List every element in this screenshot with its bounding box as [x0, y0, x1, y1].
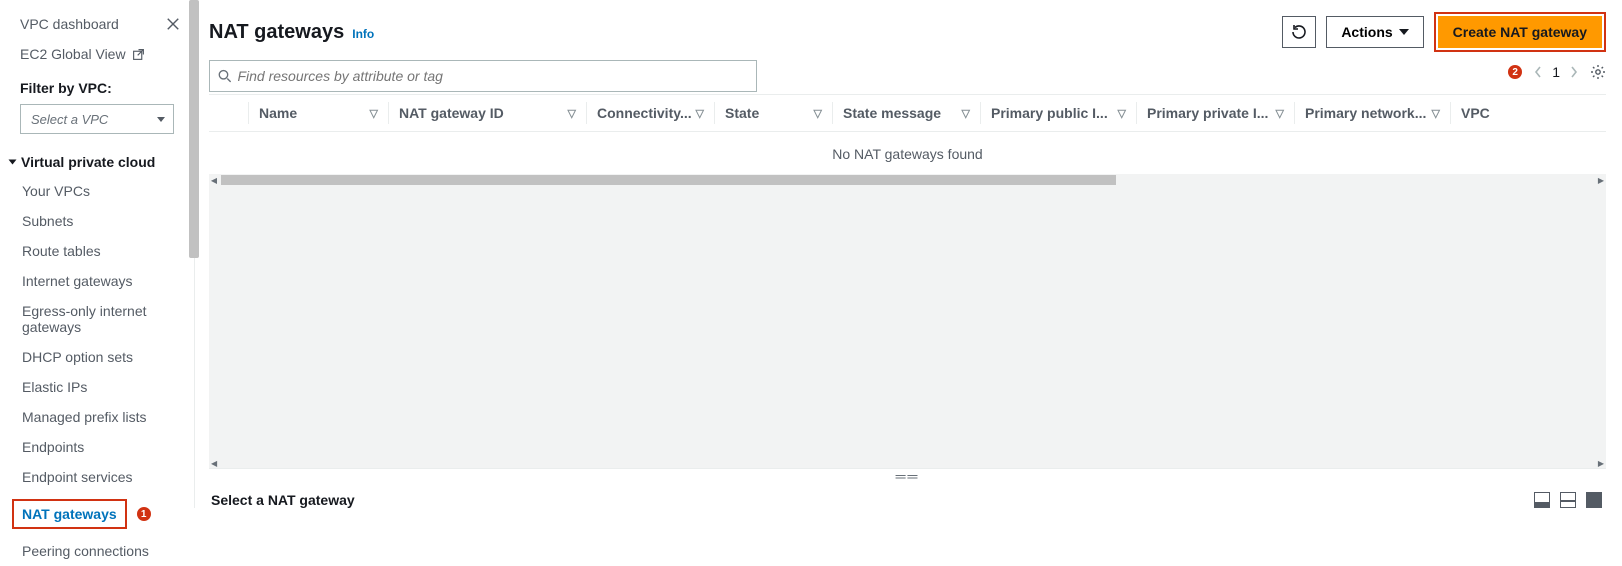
chevron-down-icon: [1399, 29, 1409, 35]
layout-split-icon[interactable]: [1560, 492, 1576, 508]
th-state[interactable]: State▽: [715, 102, 833, 124]
sort-icon: ▽: [370, 107, 378, 120]
th-checkbox[interactable]: [209, 102, 249, 124]
th-vpc[interactable]: VPC: [1451, 102, 1606, 124]
nav-endpoints[interactable]: Endpoints: [0, 432, 194, 462]
select-vpc-placeholder: Select a VPC: [31, 112, 108, 127]
th-primary-network[interactable]: Primary network...▽: [1295, 102, 1451, 124]
sort-icon: ▽: [1118, 107, 1126, 120]
ec2-global-view-link[interactable]: EC2 Global View: [0, 38, 194, 68]
info-link[interactable]: Info: [352, 27, 374, 41]
page-next-icon[interactable]: [1570, 66, 1578, 78]
nav-subnets[interactable]: Subnets: [0, 206, 194, 236]
nav-nat-label: NAT gateways: [12, 499, 127, 529]
page-title: NAT gateways: [209, 21, 344, 44]
refresh-button[interactable]: [1282, 16, 1316, 48]
nav-egress-only[interactable]: Egress-only internet gateways: [0, 296, 194, 342]
external-link-icon: [132, 48, 145, 61]
th-state-message[interactable]: State message▽: [833, 102, 981, 124]
main-content: NAT gateways Info Actions Create NAT gat…: [195, 0, 1622, 508]
sidebar-dashboard-link[interactable]: VPC dashboard: [20, 16, 119, 32]
sort-icon: ▽: [1276, 107, 1284, 120]
scroll-right-icon: ▶: [1598, 459, 1604, 468]
page-prev-icon[interactable]: [1534, 66, 1542, 78]
scroll-left-icon: ◀: [211, 459, 217, 468]
nav-prefix-lists[interactable]: Managed prefix lists: [0, 402, 194, 432]
nav-route-tables[interactable]: Route tables: [0, 236, 194, 266]
create-nat-gateway-button[interactable]: Create NAT gateway: [1438, 16, 1602, 48]
detail-panel-title: Select a NAT gateway: [211, 492, 355, 508]
settings-button[interactable]: [1590, 64, 1606, 80]
nav-endpoint-services[interactable]: Endpoint services: [0, 462, 194, 492]
sidebar-scrollbar[interactable]: [189, 0, 199, 258]
ec2-label: EC2 Global View: [20, 46, 126, 62]
page-number: 1: [1552, 64, 1560, 80]
scroll-left-icon[interactable]: ◀: [209, 174, 219, 186]
create-button-highlight: Create NAT gateway: [1434, 12, 1606, 52]
caret-down-icon: [9, 160, 17, 165]
nav-your-vpcs[interactable]: Your VPCs: [0, 176, 194, 206]
scroll-right-icon[interactable]: ▶: [1596, 174, 1606, 186]
nav-dhcp[interactable]: DHCP option sets: [0, 342, 194, 372]
sort-icon: ▽: [814, 107, 822, 120]
split-handle[interactable]: ══: [209, 468, 1606, 482]
th-primary-private[interactable]: Primary private I...▽: [1137, 102, 1295, 124]
sort-icon: ▽: [962, 107, 970, 120]
actions-label: Actions: [1341, 24, 1392, 40]
horizontal-scrollbar[interactable]: ◀ ▶: [209, 174, 1606, 186]
layout-bottom-icon[interactable]: [1534, 492, 1550, 508]
sort-icon: ▽: [568, 107, 576, 120]
nav-nat-gateways[interactable]: NAT gateways 1: [0, 492, 194, 536]
table-header: Name▽ NAT gateway ID▽ Connectivity...▽ S…: [209, 94, 1606, 132]
layout-full-icon[interactable]: [1586, 492, 1602, 508]
refresh-icon: [1291, 24, 1307, 40]
th-primary-public[interactable]: Primary public I...▽: [981, 102, 1137, 124]
filter-by-vpc-label: Filter by VPC:: [0, 68, 194, 100]
chevron-down-icon: [157, 117, 165, 122]
close-icon[interactable]: [166, 17, 180, 31]
nav-internet-gateways[interactable]: Internet gateways: [0, 266, 194, 296]
th-gateway-id[interactable]: NAT gateway ID▽: [389, 102, 587, 124]
spacer-panel: ◀ ▶: [209, 186, 1606, 468]
callout-badge-1: 1: [137, 507, 151, 521]
nav-peering[interactable]: Peering connections: [0, 536, 194, 566]
callout-badge-2: 2: [1508, 65, 1522, 79]
nav-elastic-ips[interactable]: Elastic IPs: [0, 372, 194, 402]
scrollbar-thumb[interactable]: [221, 175, 1116, 185]
section-header-vpc[interactable]: Virtual private cloud: [0, 150, 194, 176]
th-name[interactable]: Name▽: [249, 102, 389, 124]
select-vpc-dropdown[interactable]: Select a VPC: [20, 104, 174, 134]
table-empty-message: No NAT gateways found: [209, 132, 1606, 172]
sidebar: VPC dashboard EC2 Global View Filter by …: [0, 0, 195, 508]
sort-icon: ▽: [1432, 107, 1440, 120]
section-title: Virtual private cloud: [21, 154, 155, 170]
gear-icon: [1590, 64, 1606, 80]
actions-button[interactable]: Actions: [1326, 16, 1423, 48]
sort-icon: ▽: [696, 107, 704, 120]
th-connectivity[interactable]: Connectivity...▽: [587, 102, 715, 124]
